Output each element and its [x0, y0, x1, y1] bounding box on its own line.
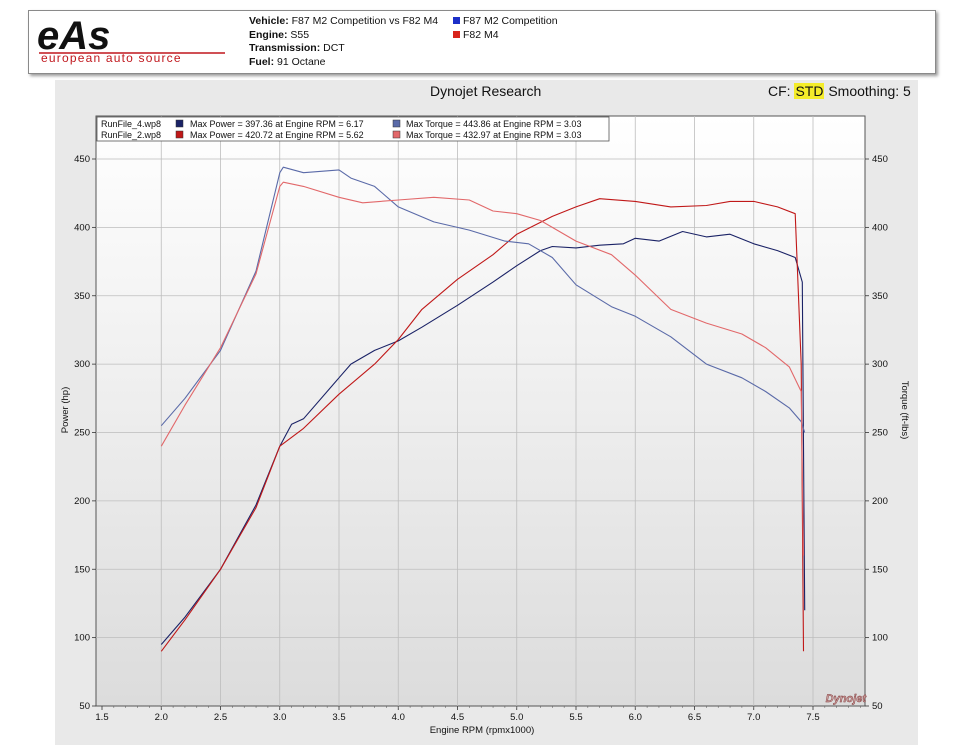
- x-tick-label: 2.0: [155, 712, 168, 723]
- legend-torque-1: Max Torque = 443.86 at Engine RPM = 3.03: [406, 119, 581, 129]
- dyno-chart: 50 100 150 200 250 300 350 400 450 50 100 150 200 250…: [60, 115, 910, 736]
- legend-swatch-icon: [392, 119, 401, 128]
- x-tick-label: 6.5: [688, 712, 701, 723]
- legend-torque-2: Max Torque = 432.97 at Engine RPM = 3.03: [406, 130, 581, 140]
- y-tick-label: 350: [74, 291, 90, 302]
- y-tick-label: 300: [74, 359, 90, 370]
- y2-tick-label: 200: [872, 496, 888, 507]
- run-legend: RunFile_4.wp8 Max Power = 397.36 at Engi…: [96, 116, 610, 142]
- x-tick-label: 2.5: [214, 712, 227, 723]
- y2-tick-label: 100: [872, 633, 888, 644]
- x-tick-label: 7.5: [806, 712, 819, 723]
- x-axis-label: Engine RPM (rpmx1000): [430, 725, 535, 736]
- y-tick-label: 150: [74, 564, 90, 575]
- y-tick-label: 50: [79, 701, 90, 712]
- dynojet-watermark: Dynojet: [826, 693, 868, 705]
- x-tick-label: 6.0: [629, 712, 642, 723]
- y2-tick-label: 250: [872, 428, 888, 439]
- legend-power-2: Max Power = 420.72 at Engine RPM = 5.62: [190, 130, 364, 140]
- y2-axis-label: Torque (ft-lbs): [899, 381, 910, 440]
- y2-tick-label: 450: [872, 154, 888, 165]
- x-tick-label: 3.5: [332, 712, 345, 723]
- x-tick-label: 5.5: [569, 712, 582, 723]
- x-tick-label: 5.0: [510, 712, 523, 723]
- y2-tick-label: 150: [872, 564, 888, 575]
- y-tick-label: 450: [74, 154, 90, 165]
- x-tick-label: 4.0: [392, 712, 405, 723]
- legend-file-1: RunFile_4.wp8: [101, 119, 161, 129]
- legend-power-1: Max Power = 397.36 at Engine RPM = 6.17: [190, 119, 364, 129]
- y-tick-label: 200: [74, 496, 90, 507]
- legend-swatch-icon: [392, 130, 401, 139]
- y-tick-label: 250: [74, 428, 90, 439]
- y2-tick-label: 350: [872, 291, 888, 302]
- x-tick-label: 1.5: [95, 712, 108, 723]
- y-axis-label: Power (hp): [60, 387, 71, 433]
- y2-tick-label: 300: [872, 359, 888, 370]
- x-tick-label: 7.0: [747, 712, 760, 723]
- plot-area: [95, 115, 866, 707]
- x-tick-label: 4.5: [451, 712, 464, 723]
- x-tick-label: 3.0: [273, 712, 286, 723]
- y2-tick-label: 400: [872, 222, 888, 233]
- legend-swatch-icon: [175, 130, 184, 139]
- y-tick-label: 400: [74, 222, 90, 233]
- legend-swatch-icon: [175, 119, 184, 128]
- y-tick-label: 100: [74, 633, 90, 644]
- y2-tick-label: 50: [872, 701, 883, 712]
- legend-file-2: RunFile_2.wp8: [101, 130, 161, 140]
